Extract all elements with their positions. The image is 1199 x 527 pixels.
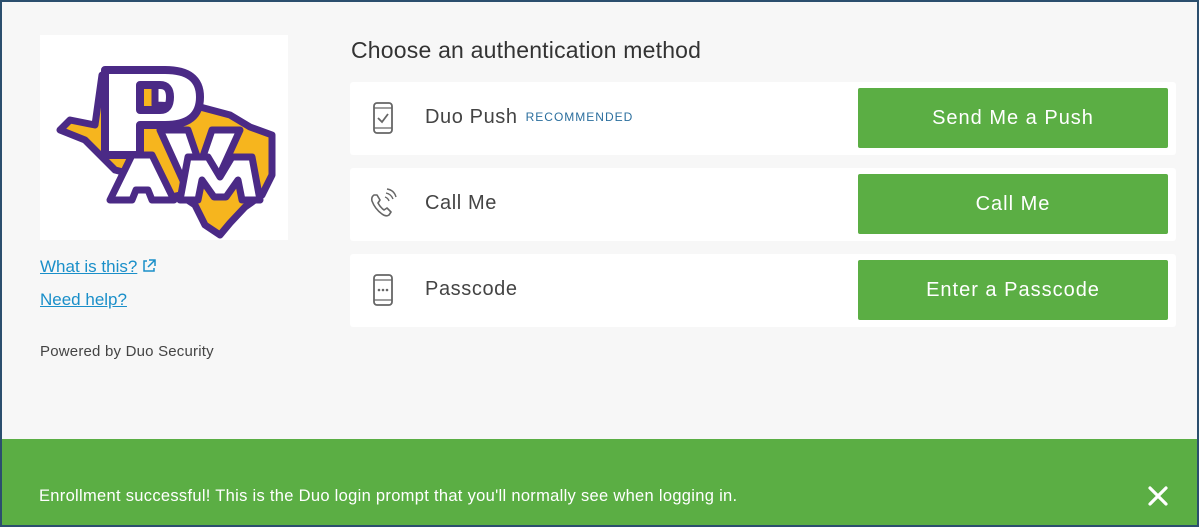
method-label-call-me: Call Me	[425, 192, 497, 214]
method-row-duo-push: Duo Push RECOMMENDED Send Me a Push	[350, 82, 1176, 155]
phone-call-icon	[368, 187, 398, 221]
need-help-link[interactable]: Need help?	[40, 290, 127, 310]
duo-prompt-frame: What is this? Need help? Powered by Duo …	[0, 0, 1199, 527]
enter-passcode-button[interactable]: Enter a Passcode	[858, 260, 1168, 320]
recommended-badge: RECOMMENDED	[525, 110, 634, 124]
what-is-this-link[interactable]: What is this?	[40, 257, 157, 278]
method-row-passcode: Passcode Enter a Passcode	[350, 254, 1176, 327]
method-row-call-me: Call Me Call Me	[350, 168, 1176, 241]
banner-message: Enrollment successful! This is the Duo l…	[39, 487, 738, 505]
send-push-button[interactable]: Send Me a Push	[858, 88, 1168, 148]
close-icon[interactable]	[1143, 481, 1173, 511]
method-label-passcode: Passcode	[425, 278, 518, 300]
method-label-duo-push: Duo Push	[425, 106, 518, 128]
organization-logo	[40, 35, 288, 240]
passcode-device-icon	[372, 273, 394, 307]
page-title: Choose an authentication method	[351, 37, 702, 63]
enrollment-success-banner: Enrollment successful! This is the Duo l…	[2, 439, 1197, 525]
method-label: Duo Push RECOMMENDED	[425, 106, 633, 129]
what-is-this-label: What is this?	[40, 257, 138, 276]
external-link-icon	[142, 258, 157, 278]
powered-by-text: Powered by Duo Security	[40, 343, 214, 360]
call-me-button[interactable]: Call Me	[858, 174, 1168, 234]
smartphone-check-icon	[372, 101, 394, 135]
